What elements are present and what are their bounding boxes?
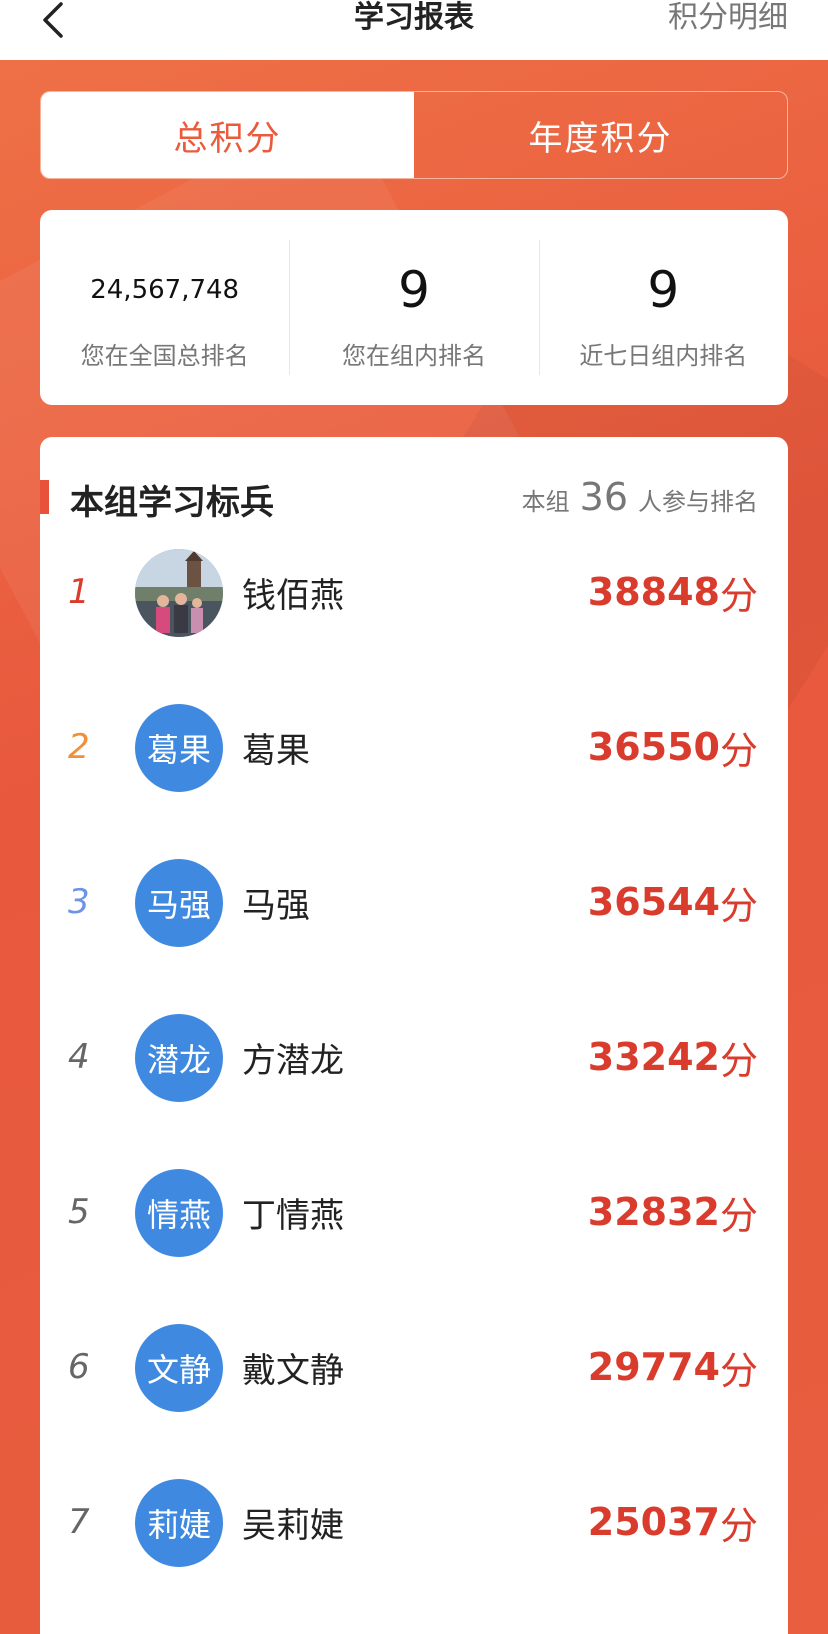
ranking-stats-card: 24,567,748 您在全国总排名 9 您在组内排名 9 近七日组内排名 [40, 210, 788, 405]
member-score: 33242 分 [588, 1012, 758, 1102]
leaderboard-card: 本组学习标兵 本组 36 人参与排名 1 钱佰燕 38848 分 2 葛果 葛果 36550 分… [40, 437, 788, 1634]
rank-number: 1 [68, 572, 90, 612]
participant-summary: 本组 36 人参与排名 [522, 475, 758, 519]
group-rank-stat: 9 您在组内排名 [289, 210, 538, 405]
list-item[interactable]: 3 马强 马强 36544 分 [40, 857, 788, 947]
leaderboard-title: 本组学习标兵 [70, 483, 274, 523]
avatar[interactable]: 潜龙 [135, 1014, 223, 1102]
tab-annual-points[interactable]: 年度积分 [414, 92, 787, 178]
score-value: 36544 [587, 880, 720, 924]
score-unit: 分 [719, 728, 758, 773]
rank-number: 6 [68, 1347, 90, 1387]
rank-number: 5 [68, 1192, 90, 1232]
list-item[interactable]: 7 莉婕 吴莉婕 25037 分 [40, 1477, 788, 1567]
score-unit: 分 [719, 1193, 758, 1238]
score-value: 33242 [587, 1035, 720, 1079]
avatar[interactable] [135, 549, 223, 637]
avatar-photo [135, 549, 223, 637]
member-score: 36544 分 [588, 857, 758, 947]
national-rank-stat: 24,567,748 您在全国总排名 [40, 210, 289, 405]
rank-number: 7 [68, 1502, 90, 1542]
member-score: 29774 分 [588, 1322, 758, 1412]
member-name: 丁情燕 [242, 1195, 344, 1236]
stat-value: 24,567,748 [90, 275, 240, 305]
score-value: 36550 [587, 725, 720, 769]
member-name: 钱佰燕 [242, 575, 344, 616]
stat-value: 9 [647, 261, 680, 319]
avatar[interactable]: 莉婕 [135, 1479, 223, 1567]
score-value: 29774 [587, 1345, 720, 1389]
stat-value: 9 [398, 261, 430, 319]
tab-total-points[interactable]: 总积分 [41, 92, 414, 178]
score-unit: 分 [719, 573, 758, 618]
score-unit: 分 [719, 883, 758, 928]
member-name: 葛果 [242, 730, 310, 771]
score-value: 25037 [587, 1500, 720, 1544]
member-score: 36550 分 [588, 702, 758, 792]
avatar[interactable]: 马强 [135, 859, 223, 947]
participant-count: 36 [579, 475, 628, 519]
top-nav-bar: 学习报表 积分明细 [0, 0, 828, 60]
avatar[interactable]: 葛果 [135, 704, 223, 792]
stat-label: 近七日组内排名 [579, 342, 748, 370]
score-tabs: 总积分 年度积分 [40, 91, 788, 179]
rank-number: 2 [68, 727, 90, 767]
list-item[interactable]: 4 潜龙 方潜龙 33242 分 [40, 1012, 788, 1102]
score-unit: 分 [719, 1503, 758, 1548]
score-unit: 分 [719, 1038, 758, 1083]
points-detail-link[interactable]: 积分明细 [668, 0, 788, 36]
member-name: 戴文静 [242, 1350, 344, 1391]
member-score: 38848 分 [588, 547, 758, 637]
stat-label: 您在全国总排名 [80, 342, 249, 370]
member-score: 32832 分 [588, 1167, 758, 1257]
participant-prefix: 本组 [521, 488, 570, 516]
score-value: 38848 [587, 570, 720, 614]
list-item[interactable]: 6 文静 戴文静 29774 分 [40, 1322, 788, 1412]
rank-number: 3 [68, 882, 90, 922]
member-name: 马强 [242, 885, 310, 926]
rank-number: 4 [68, 1037, 90, 1077]
list-item[interactable]: 2 葛果 葛果 36550 分 [40, 702, 788, 792]
avatar[interactable]: 情燕 [135, 1169, 223, 1257]
avatar[interactable]: 文静 [135, 1324, 223, 1412]
member-name: 方潜龙 [242, 1040, 344, 1081]
participant-suffix: 人参与排名 [638, 488, 758, 516]
score-value: 32832 [587, 1190, 720, 1234]
stat-label: 您在组内排名 [341, 342, 486, 370]
member-name: 吴莉婕 [242, 1505, 344, 1546]
list-item[interactable]: 5 情燕 丁情燕 32832 分 [40, 1167, 788, 1257]
member-score: 25037 分 [588, 1477, 758, 1567]
score-unit: 分 [719, 1348, 758, 1393]
section-accent-bar [40, 480, 49, 514]
list-item[interactable]: 1 钱佰燕 38848 分 [40, 547, 788, 637]
weekly-group-rank-stat: 9 近七日组内排名 [538, 210, 788, 405]
